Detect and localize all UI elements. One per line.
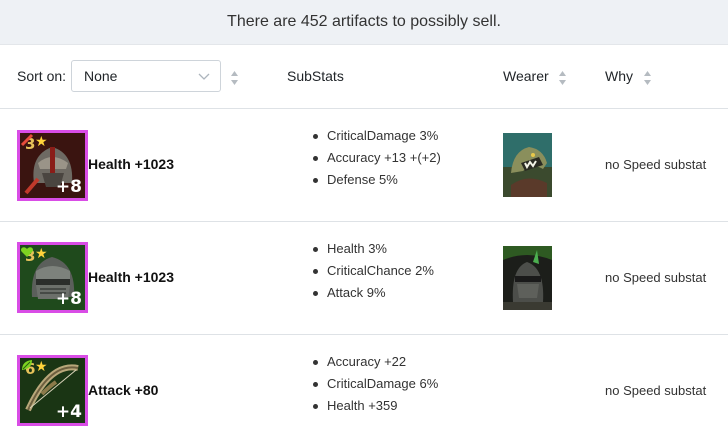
star-icon: ★ (35, 358, 48, 374)
substat-item: CriticalDamage 3% (311, 128, 441, 150)
star-icon: ★ (35, 245, 48, 261)
main-stat: Health +1023 (88, 156, 174, 172)
substat-item: CriticalChance 2% (311, 263, 434, 285)
sort-label: Sort on: (17, 68, 67, 84)
star-icon: ★ (35, 133, 48, 149)
sort-arrows-icon[interactable] (643, 70, 652, 86)
substat-item: CriticalDamage 6% (311, 376, 438, 398)
helmet-icon: 3 ★ +8 (17, 242, 88, 313)
wearer-portrait-knight[interactable] (503, 246, 552, 310)
artifact-upgrade-level: +8 (55, 177, 82, 197)
table-row[interactable]: 3 ★ +8 Health +1023 Health 3% CriticalCh… (0, 222, 728, 335)
artifact-upgrade-level: +4 (55, 402, 82, 422)
substat-item: Health 3% (311, 241, 434, 263)
substat-list: CriticalDamage 3% Accuracy +13 +(+2) Def… (311, 128, 441, 194)
main-stat: Attack +80 (88, 382, 159, 398)
substat-item: Health +359 (311, 398, 438, 420)
sort-arrows-icon[interactable] (230, 70, 239, 86)
artifact-upgrade-level: +8 (55, 289, 82, 309)
bow-weapon-icon: 6 ★ +4 (17, 355, 88, 426)
why-reason: no Speed substat (605, 157, 707, 172)
table-row[interactable]: 6 ★ +4 Attack +80 Accuracy +22 CriticalD… (0, 335, 728, 435)
column-header-why[interactable]: Why (605, 68, 633, 84)
substat-item: Defense 5% (311, 172, 441, 194)
why-reason: no Speed substat (605, 383, 707, 398)
column-header-substats: SubStats (287, 68, 344, 84)
table-header: Sort on: None SubStats Wearer Why (0, 45, 728, 109)
heart-icon (20, 247, 34, 257)
set-icon (20, 133, 34, 147)
sort-select[interactable]: None (71, 60, 221, 92)
leaf-icon (22, 360, 32, 370)
substat-item: Accuracy +22 (311, 354, 438, 376)
substat-list: Accuracy +22 CriticalDamage 6% Health +3… (311, 354, 438, 420)
chevron-down-icon (198, 73, 210, 80)
why-reason: no Speed substat (605, 270, 707, 285)
substat-item: Attack 9% (311, 285, 434, 307)
artifact-count-banner: There are 452 artifacts to possibly sell… (0, 0, 728, 45)
main-stat: Health +1023 (88, 269, 174, 285)
table-row[interactable]: 3 ★ +8 Health +1023 CriticalDamage 3% Ac… (0, 109, 728, 222)
helmet-icon: 3 ★ +8 (17, 130, 88, 201)
wearer-portrait-lizard[interactable] (503, 133, 552, 197)
sort-arrows-icon[interactable] (558, 70, 567, 86)
substat-list: Health 3% CriticalChance 2% Attack 9% (311, 241, 434, 307)
artifact-count-text: There are 452 artifacts to possibly sell… (227, 13, 501, 30)
substat-item: Accuracy +13 +(+2) (311, 150, 441, 172)
sort-select-value: None (84, 68, 118, 84)
column-header-wearer[interactable]: Wearer (503, 68, 549, 84)
